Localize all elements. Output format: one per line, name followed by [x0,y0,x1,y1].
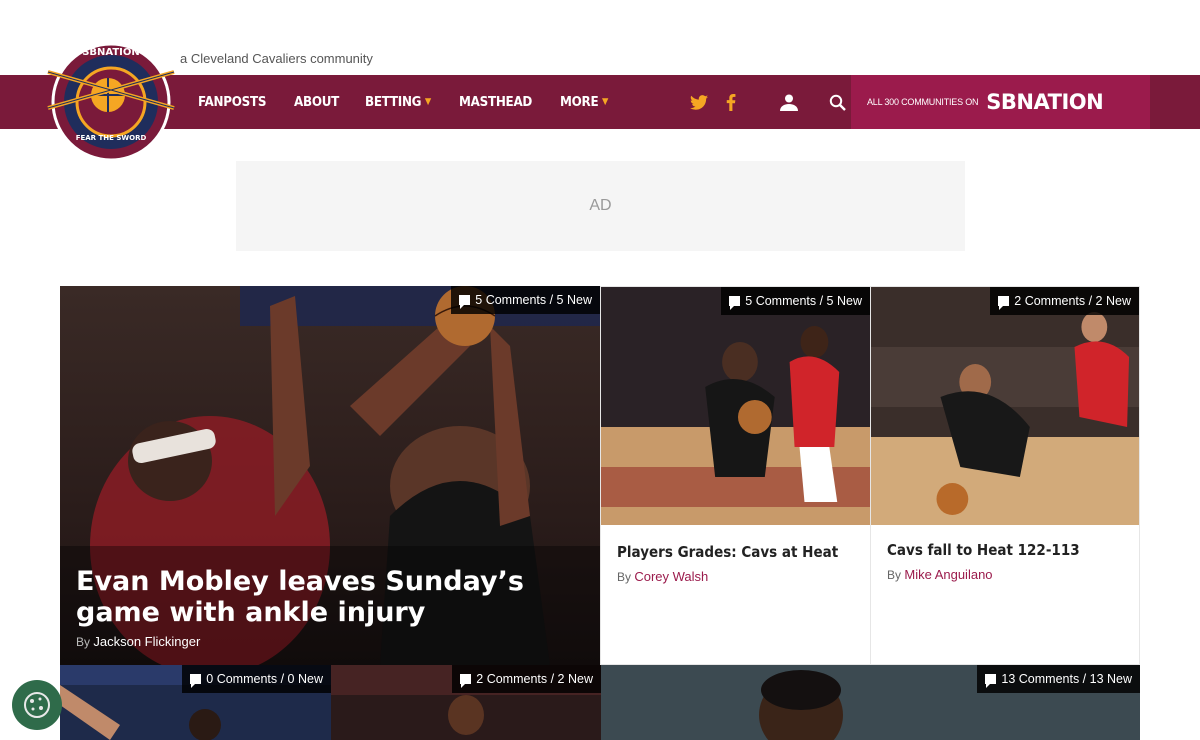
author-link[interactable]: Mike Anguilano [904,567,992,582]
article-card-row2-3[interactable]: 13 Comments / 13 New [601,665,1140,740]
comment-count[interactable]: 5 Comments / 5 New [451,286,600,314]
search-icon[interactable] [826,91,848,113]
comment-icon [460,674,472,688]
comment-count-label: 5 Comments / 5 New [745,294,862,308]
comment-count[interactable]: 0 Comments / 0 New [182,665,331,693]
nav-fanposts-label: FANPOSTS [198,94,267,110]
article-title[interactable]: Players Grades: Cavs at Heat [617,543,838,561]
comment-count-label: 5 Comments / 5 New [475,293,592,307]
comment-icon [190,674,202,688]
sbnation-network-link[interactable]: ALL 300 COMMUNITIES ON SBNATION [851,75,1150,129]
nav-about-label: ABOUT [294,94,340,110]
nav-icons [688,75,848,129]
article-byline: By Jackson Flickinger [76,634,200,649]
comment-count-label: 2 Comments / 2 New [1014,294,1131,308]
nav-masthead[interactable]: MASTHEAD [459,95,532,110]
comment-icon [985,674,997,688]
nav-betting-label: BETTING [365,94,422,110]
comment-count[interactable]: 2 Comments / 2 New [990,287,1139,315]
comment-count[interactable]: 2 Comments / 2 New [452,665,601,693]
nav-masthead-label: MASTHEAD [458,94,532,110]
twitter-icon[interactable] [688,91,710,113]
comment-count-label: 13 Comments / 13 New [1001,672,1132,686]
comment-icon [729,296,741,310]
article-card-row2-1[interactable]: 0 Comments / 0 New [60,665,331,740]
caret-down-icon: ▼ [602,97,609,107]
sbnation-logo: SBNATION [986,90,1104,114]
article-card-player-grades[interactable]: 5 Comments / 5 New Players Grades: Cavs … [600,286,871,665]
ad-label: AD [589,197,612,214]
article-title[interactable]: Evan Mobley leaves Sunday’s game with an… [76,566,596,628]
comment-count-label: 2 Comments / 2 New [476,672,593,686]
author-link[interactable]: Jackson Flickinger [93,634,200,649]
logo-top-text: SBNATION [82,47,140,58]
facebook-icon[interactable] [720,91,742,113]
comment-count-label: 0 Comments / 0 New [206,672,323,686]
article-byline: By Corey Walsh [617,569,708,584]
article-byline: By Mike Anguilano [887,567,993,582]
user-icon[interactable] [778,91,800,113]
article-image [601,287,870,525]
nav-links: FANPOSTS ABOUT BETTING ▼ MASTHEAD MORE ▼ [198,75,635,129]
ad-slot: AD [236,161,965,251]
hero-article[interactable]: 5 Comments / 5 New Evan Mobley leaves Su… [60,286,600,665]
article-title[interactable]: Cavs fall to Heat 122-113 [887,541,1080,559]
comment-icon [998,296,1010,310]
community-tagline: a Cleveland Cavaliers community [180,51,373,66]
byline-prefix: By [887,568,902,582]
network-small-label: ALL 300 COMMUNITIES ON [867,97,979,107]
nav-about[interactable]: ABOUT [294,95,339,110]
comment-icon [459,295,471,309]
site-logo[interactable]: SBNATION FEAR THE SWORD [42,40,180,162]
comment-count[interactable]: 13 Comments / 13 New [977,665,1140,693]
caret-down-icon: ▼ [424,97,432,107]
byline-prefix: By [76,635,91,649]
article-card-row2-2[interactable]: 2 Comments / 2 New [331,665,601,740]
byline-prefix: By [617,570,632,584]
nav-more[interactable]: MORE ▼ [560,95,608,110]
logo-bottom-text: FEAR THE SWORD [75,134,147,142]
comment-count[interactable]: 5 Comments / 5 New [721,287,870,315]
article-image [871,287,1139,525]
nav-fanposts[interactable]: FANPOSTS [198,95,266,110]
cookie-settings-button[interactable] [12,680,62,730]
article-card-cavs-fall[interactable]: 2 Comments / 2 New Cavs fall to Heat 122… [870,286,1140,665]
nav-more-label: MORE [560,94,599,110]
cookie-icon [24,692,50,718]
author-link[interactable]: Corey Walsh [634,569,708,584]
nav-betting[interactable]: BETTING ▼ [365,95,431,110]
main-navbar: FANPOSTS ABOUT BETTING ▼ MASTHEAD MORE ▼ A… [0,75,1200,129]
